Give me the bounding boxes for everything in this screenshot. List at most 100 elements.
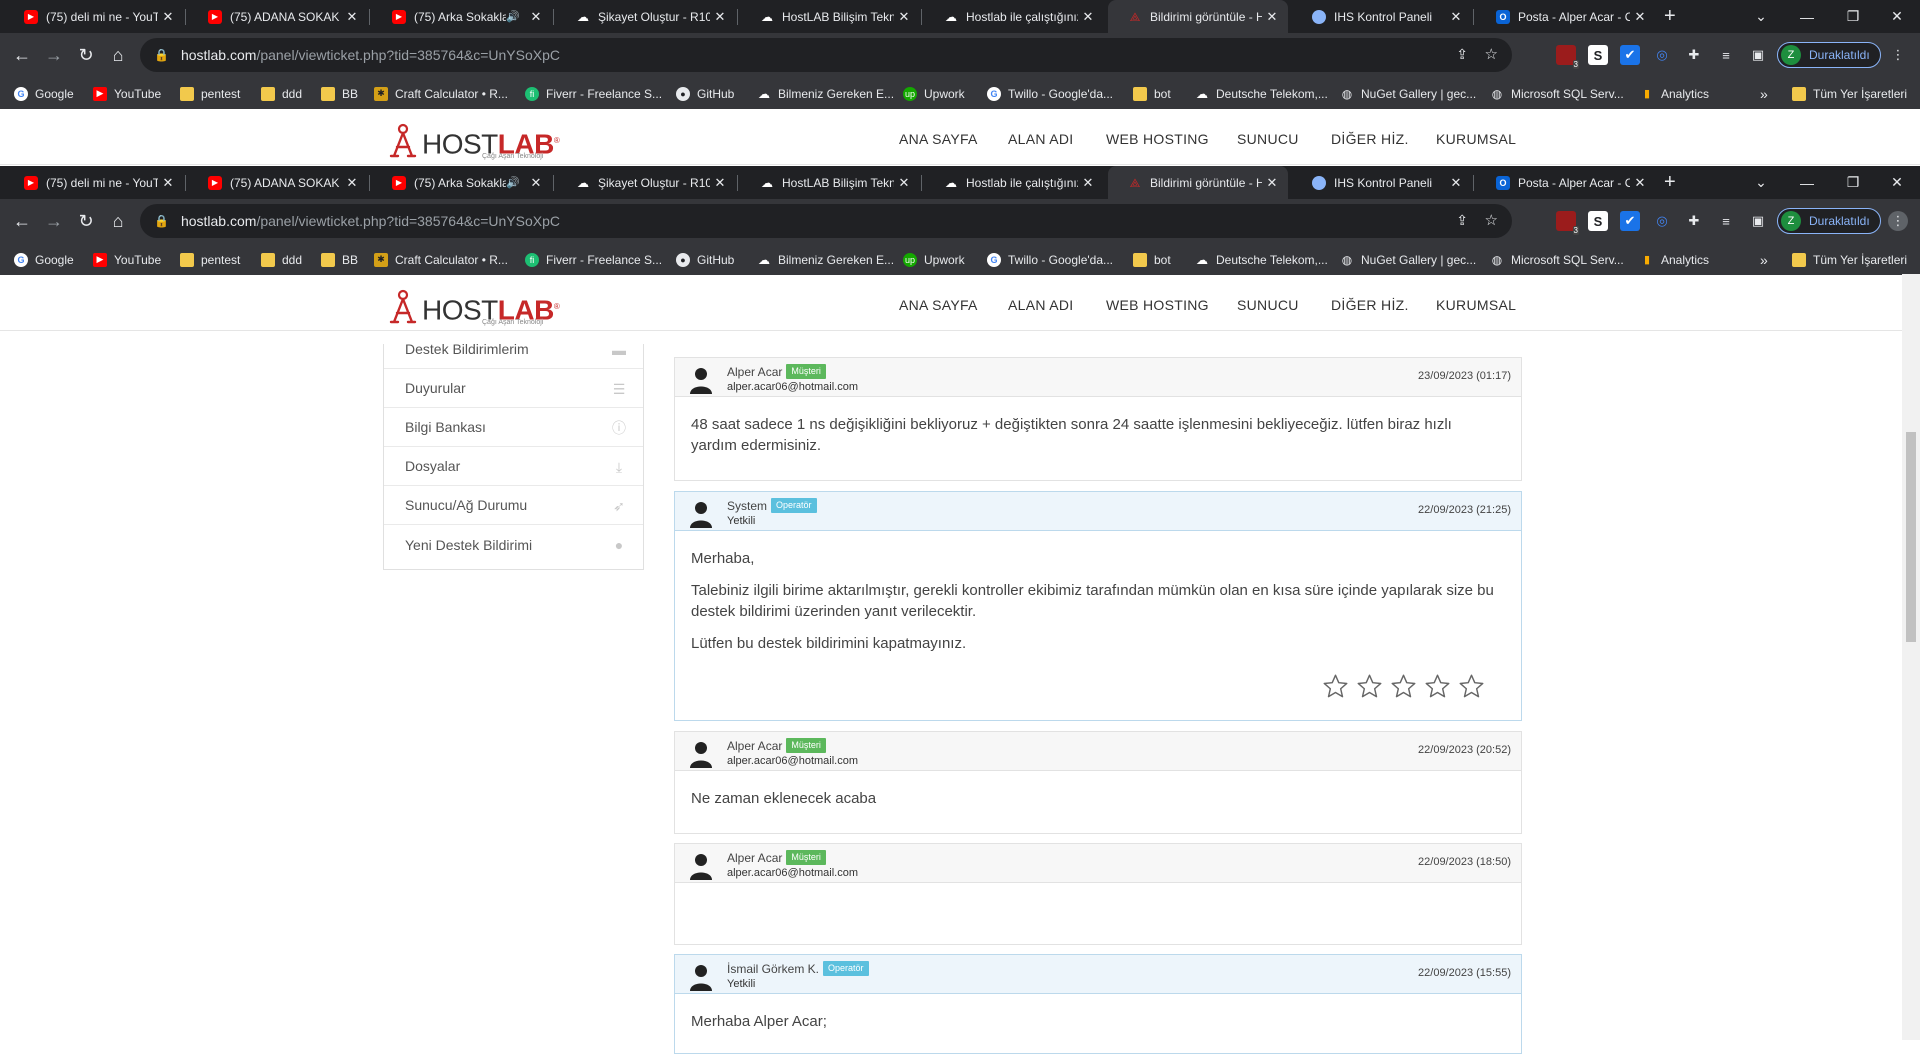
kebab-menu-icon[interactable]: ⋮ xyxy=(1888,45,1908,65)
bookmark-star-icon[interactable]: ☆ xyxy=(1485,211,1498,229)
back-icon[interactable]: ← xyxy=(8,41,36,69)
browser-tab[interactable]: ☁ HostLAB Bilişim Teknolojileri ✕ xyxy=(740,166,920,199)
browser-tab[interactable]: ⟁ Bildirimi görüntüle - HostLAB ✕ xyxy=(1108,0,1288,33)
tab-search-icon[interactable]: ⌄ xyxy=(1738,0,1784,33)
bookmark-item[interactable]: fi Fiverr - Freelance S... xyxy=(525,244,662,275)
back-icon[interactable]: ← xyxy=(8,207,36,235)
nav-menu-item[interactable]: SUNUCU xyxy=(1237,297,1299,313)
bookmark-item[interactable]: ◍ Microsoft SQL Serv... xyxy=(1490,78,1624,109)
close-tab-icon[interactable]: ✕ xyxy=(894,9,914,25)
close-tab-icon[interactable]: ✕ xyxy=(1630,175,1650,191)
home-icon[interactable]: ⌂ xyxy=(104,41,132,69)
bookmark-item[interactable]: up Upwork xyxy=(903,78,965,109)
compass-extension-icon[interactable]: ◎ xyxy=(1652,211,1672,231)
browser-tab[interactable]: ▶ (75) ADANA SOKAK LEZZETLERİ ✕ xyxy=(188,0,368,33)
bookmark-item[interactable]: bot xyxy=(1133,78,1171,109)
bookmark-item[interactable]: ◍ Microsoft SQL Serv... xyxy=(1490,244,1624,275)
bookmark-item[interactable]: G Google xyxy=(14,244,74,275)
close-tab-icon[interactable]: ✕ xyxy=(1262,175,1282,191)
nav-menu-item[interactable]: WEB HOSTING xyxy=(1106,297,1209,313)
browser-tab[interactable]: IHS Kontrol Paneli ✕ xyxy=(1292,166,1472,199)
reload-icon[interactable]: ↻ xyxy=(72,207,100,235)
sidebar-item-knowledgebase[interactable]: Bilgi Bankası ⓘ xyxy=(384,408,643,447)
reload-icon[interactable]: ↻ xyxy=(72,41,100,69)
nav-menu-item[interactable]: ALAN ADI xyxy=(1008,131,1073,147)
bookmark-item[interactable]: ddd xyxy=(261,244,302,275)
tab-search-icon[interactable]: ⌄ xyxy=(1738,166,1784,199)
share-icon[interactable]: ⇪ xyxy=(1456,212,1468,229)
bookmark-item[interactable]: bot xyxy=(1133,244,1171,275)
browser-tab[interactable]: ☁ Hostlab ile çalıştığınız ✕ xyxy=(924,166,1104,199)
minimize-icon[interactable]: — xyxy=(1784,166,1830,199)
bookmark-item[interactable]: BB xyxy=(321,78,358,109)
rating-star-icon[interactable] xyxy=(1322,673,1349,700)
close-tab-icon[interactable]: ✕ xyxy=(710,175,730,191)
bookmark-star-icon[interactable]: ☆ xyxy=(1485,45,1498,63)
bookmark-item[interactable]: ▶ YouTube xyxy=(93,78,161,109)
close-tab-icon[interactable]: ✕ xyxy=(894,175,914,191)
page-scrollbar-thumb[interactable] xyxy=(1906,432,1916,642)
sidebar-item-new-ticket[interactable]: Yeni Destek Bildirimi ● xyxy=(384,525,643,564)
bookmark-item[interactable]: pentest xyxy=(180,244,240,275)
lock-icon[interactable]: 🔒 xyxy=(154,214,169,228)
sidebar-item-announcements[interactable]: Duyurular ☰ xyxy=(384,369,643,408)
reading-list-icon[interactable]: ≡ xyxy=(1716,45,1736,65)
forward-icon[interactable]: → xyxy=(40,41,68,69)
close-tab-icon[interactable]: ✕ xyxy=(526,175,546,191)
close-tab-icon[interactable]: ✕ xyxy=(1262,9,1282,25)
bookmarks-overflow-button[interactable]: » xyxy=(1760,244,1768,275)
check-extension-icon[interactable]: ✔ xyxy=(1620,211,1640,231)
browser-tab[interactable]: O Posta - Alper Acar - Outlook ✕ xyxy=(1476,0,1656,33)
close-tab-icon[interactable]: ✕ xyxy=(710,9,730,25)
sidebar-item-tickets[interactable]: Destek Bildirimlerim ▬ xyxy=(384,330,643,369)
bookmark-item[interactable]: G Google xyxy=(14,78,74,109)
nav-menu-item[interactable]: ANA SAYFA xyxy=(899,131,978,147)
bookmark-item[interactable]: ✱ Craft Calculator • R... xyxy=(374,78,508,109)
hostlab-logo[interactable]: HOSTLAB® Çağı Aşan Teknoloji xyxy=(386,285,560,326)
browser-tab[interactable]: ▶ (75) ADANA SOKAK LEZZETLERİ ✕ xyxy=(188,166,368,199)
bookmark-item[interactable]: ◍ NuGet Gallery | gec... xyxy=(1340,78,1476,109)
audio-icon[interactable]: 🔊 xyxy=(506,176,520,189)
browser-tab[interactable]: ☁ Hostlab ile çalıştığınız ✕ xyxy=(924,0,1104,33)
bookmark-item[interactable]: BB xyxy=(321,244,358,275)
bookmark-item[interactable]: up Upwork xyxy=(903,244,965,275)
browser-tab[interactable]: ▶ (75) deli mi ne - YouTube ✕ xyxy=(4,166,184,199)
bookmark-item[interactable]: ▶ YouTube xyxy=(93,244,161,275)
rating-star-icon[interactable] xyxy=(1458,673,1485,700)
nav-menu-item[interactable]: KURUMSAL xyxy=(1436,131,1516,147)
browser-tab[interactable]: ☁ Şikayet Oluştur - R10.net ✕ xyxy=(556,166,736,199)
nav-menu-item[interactable]: DİĞER HİZ. xyxy=(1331,131,1409,147)
side-panel-icon[interactable]: ▣ xyxy=(1748,211,1768,231)
nav-menu-item[interactable]: KURUMSAL xyxy=(1436,297,1516,313)
close-tab-icon[interactable]: ✕ xyxy=(158,9,178,25)
share-icon[interactable]: ⇪ xyxy=(1456,46,1468,63)
rating-star-icon[interactable] xyxy=(1424,673,1451,700)
forward-icon[interactable]: → xyxy=(40,207,68,235)
reading-list-icon[interactable]: ≡ xyxy=(1716,211,1736,231)
close-tab-icon[interactable]: ✕ xyxy=(158,175,178,191)
bookmark-item[interactable]: ☁ Deutsche Telekom,... xyxy=(1195,244,1328,275)
bookmark-item[interactable]: ● GitHub xyxy=(676,78,734,109)
browser-tab[interactable]: ☁ Şikayet Oluştur - R10.net ✕ xyxy=(556,0,736,33)
restore-icon[interactable]: ❐ xyxy=(1830,0,1876,33)
new-tab-button[interactable]: + xyxy=(1656,0,1690,33)
side-panel-icon[interactable]: ▣ xyxy=(1748,45,1768,65)
bookmark-item[interactable]: ▮ Analytics xyxy=(1640,78,1709,109)
nav-menu-item[interactable]: ALAN ADI xyxy=(1008,297,1073,313)
ublock-icon[interactable]: 3 xyxy=(1556,211,1579,235)
bookmark-item[interactable]: G Twillo - Google'da... xyxy=(987,244,1113,275)
url-bar[interactable]: 🔒 hostlab.com/panel/viewticket.php?tid=3… xyxy=(140,38,1512,72)
restore-icon[interactable]: ❐ xyxy=(1830,166,1876,199)
ublock-icon[interactable]: 3 xyxy=(1556,45,1579,69)
close-tab-icon[interactable]: ✕ xyxy=(1446,175,1466,191)
close-tab-icon[interactable]: ✕ xyxy=(1630,9,1650,25)
sidebar-item-network-status[interactable]: Sunucu/Ağ Durumu ➶ xyxy=(384,486,643,525)
bookmark-item[interactable]: fi Fiverr - Freelance S... xyxy=(525,78,662,109)
browser-tab[interactable]: IHS Kontrol Paneli ✕ xyxy=(1292,0,1472,33)
hostlab-logo[interactable]: HOSTLAB® Çağı Aşan Teknoloji xyxy=(386,119,560,160)
kebab-menu-icon[interactable]: ⋮ xyxy=(1888,211,1908,231)
check-extension-icon[interactable]: ✔ xyxy=(1620,45,1640,65)
browser-tab[interactable]: ⟁ Bildirimi görüntüle - HostLAB ✕ xyxy=(1108,166,1288,199)
bookmark-item[interactable]: ☁ Bilmeniz Gereken E... xyxy=(757,78,894,109)
s-extension-icon[interactable]: S xyxy=(1588,211,1608,231)
